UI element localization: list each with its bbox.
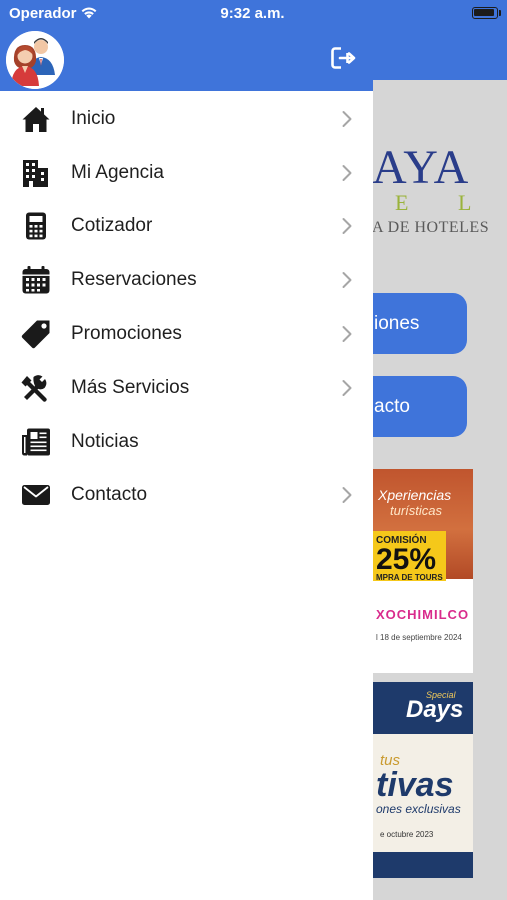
chevron-right-icon bbox=[342, 164, 352, 181]
menu-item-label: Reservaciones bbox=[71, 269, 197, 291]
chevron-right-icon bbox=[342, 272, 352, 289]
menu-item-label: Inicio bbox=[71, 107, 116, 129]
menu-item-mas-servicios[interactable]: Más Servicios bbox=[0, 361, 373, 415]
menu-item-promociones[interactable]: Promociones bbox=[0, 307, 373, 361]
promo-banner-2-line-3: ones exclusivas bbox=[376, 802, 461, 816]
drawer-menu: Inicio Mi Agencia Cotizador Reservacione… bbox=[0, 92, 373, 522]
navigation-drawer: Inicio Mi Agencia Cotizador Reservacione… bbox=[0, 0, 373, 900]
tag-icon bbox=[21, 319, 51, 349]
logout-icon[interactable] bbox=[331, 47, 357, 69]
menu-item-label: Contacto bbox=[71, 484, 148, 506]
menu-item-label: Promociones bbox=[71, 323, 182, 345]
building-icon bbox=[21, 158, 51, 188]
promo-banner-1-commission-value: 25% bbox=[376, 543, 437, 576]
promo-banner-1-date: l 18 de septiembre 2024 bbox=[376, 633, 462, 642]
promo-banner-2-date: e octubre 2023 bbox=[380, 830, 434, 839]
promo-banner-2-days: Days bbox=[406, 696, 464, 723]
clock-label: 9:32 a.m. bbox=[220, 5, 285, 22]
promo-banner-1-title-2: turísticas bbox=[390, 503, 443, 518]
chevron-right-icon bbox=[342, 110, 352, 127]
menu-item-mi-agencia[interactable]: Mi Agencia bbox=[0, 146, 373, 200]
promo-banner-1-brand: XOCHIMILCO bbox=[376, 607, 470, 622]
chevron-right-icon bbox=[342, 487, 352, 504]
menu-item-label: Noticias bbox=[71, 430, 139, 452]
background-logo-tagline: A DE HOTELES bbox=[372, 219, 490, 236]
battery-cap bbox=[499, 10, 501, 16]
tools-icon bbox=[21, 373, 51, 403]
promo-banner-1-title-1: Xperiencias bbox=[378, 487, 452, 503]
chevron-right-icon bbox=[342, 218, 352, 235]
users-avatar-icon[interactable] bbox=[6, 31, 64, 89]
promo-banner-2-line-2: tivas bbox=[376, 766, 454, 804]
menu-item-inicio[interactable]: Inicio bbox=[0, 92, 373, 146]
menu-item-noticias[interactable]: Noticias bbox=[0, 415, 373, 469]
calculator-icon bbox=[21, 211, 51, 241]
envelope-icon bbox=[21, 480, 51, 510]
menu-item-contacto[interactable]: Contacto bbox=[0, 469, 373, 523]
menu-item-reservaciones[interactable]: Reservaciones bbox=[0, 253, 373, 307]
status-bar: Operador 9:32 a.m. bbox=[0, 0, 507, 28]
background-logo-main: AYA bbox=[372, 141, 470, 194]
promo-banner-1-tours: MPRA DE TOURS bbox=[376, 573, 443, 582]
chevron-right-icon bbox=[342, 379, 352, 396]
chevron-right-icon bbox=[342, 326, 352, 343]
background-logo-sub: E L bbox=[395, 190, 494, 215]
calendar-icon bbox=[21, 265, 51, 295]
menu-item-label: Mi Agencia bbox=[71, 161, 164, 183]
newspaper-icon bbox=[21, 427, 51, 457]
menu-item-cotizador[interactable]: Cotizador bbox=[0, 200, 373, 254]
battery-icon bbox=[472, 7, 498, 19]
home-icon bbox=[21, 104, 51, 134]
menu-item-label: Más Servicios bbox=[71, 376, 190, 398]
menu-item-label: Cotizador bbox=[71, 215, 153, 237]
